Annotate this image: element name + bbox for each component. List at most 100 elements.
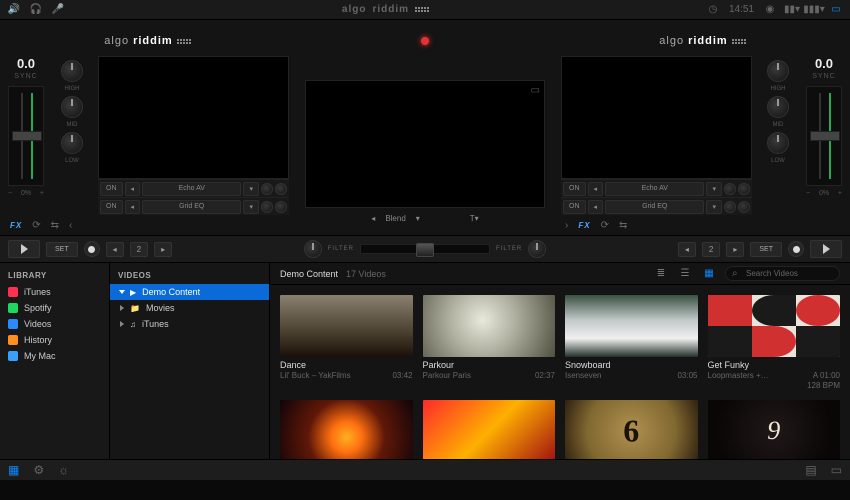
- library-item-videos[interactable]: Videos: [0, 316, 109, 332]
- mic-icon[interactable]: 🎤: [52, 4, 64, 16]
- fx-on-a2[interactable]: ON: [100, 200, 123, 214]
- cue-next-a[interactable]: ▸: [154, 242, 172, 257]
- library-item-history[interactable]: History: [0, 332, 109, 348]
- chevron-left-icon[interactable]: ‹: [69, 220, 72, 231]
- tv-icon[interactable]: ▭: [531, 85, 540, 96]
- video-tile[interactable]: CountdownVJ Loops00:11: [565, 400, 698, 459]
- tempo-fader-a[interactable]: [8, 86, 44, 186]
- view-list-icon[interactable]: ☰: [677, 267, 693, 281]
- eq-mid-knob-b[interactable]: [767, 96, 789, 118]
- fx-next-b1[interactable]: ▾: [706, 182, 722, 196]
- fx-knob-a1b[interactable]: [275, 183, 287, 195]
- eq-high-knob-b[interactable]: [767, 60, 789, 82]
- view-compact-icon[interactable]: ≣: [653, 267, 669, 281]
- source-item-demo-content[interactable]: ▶Demo Content: [110, 284, 269, 300]
- master-preview[interactable]: ▭: [305, 80, 545, 208]
- transition-icon[interactable]: T▾: [470, 214, 479, 223]
- bpm-value-b[interactable]: 0.0: [815, 56, 833, 71]
- library-item-spotify[interactable]: Spotify: [0, 300, 109, 316]
- fx-label-b[interactable]: FX: [578, 221, 590, 230]
- eq-low-knob-b[interactable]: [767, 132, 789, 154]
- cue-dot-b[interactable]: [788, 241, 804, 257]
- blend-label[interactable]: Blend: [385, 214, 405, 223]
- video-tile[interactable]: Crazy MontageFar East Movement00:10: [708, 400, 841, 459]
- library-item-itunes[interactable]: iTunes: [0, 284, 109, 300]
- fx-knob-b1b[interactable]: [738, 183, 750, 195]
- video-tile[interactable]: ParkourParkour Paris02:37: [423, 295, 556, 390]
- sync-button-a[interactable]: SYNC: [14, 73, 37, 80]
- cue-num-a[interactable]: 2: [130, 242, 148, 257]
- eq-mid-knob-a[interactable]: [61, 96, 83, 118]
- footer-automix-icon[interactable]: ▭: [831, 463, 842, 477]
- fx-next-a2[interactable]: ▾: [243, 200, 259, 214]
- display-icon[interactable]: ▭: [830, 4, 842, 16]
- search-input[interactable]: Search Videos: [725, 266, 840, 281]
- fx-prev-a1[interactable]: ◂: [125, 182, 141, 196]
- fx-knob-a2b[interactable]: [275, 201, 287, 213]
- play-button-a[interactable]: [8, 240, 40, 258]
- fx-knob-a2a[interactable]: [261, 201, 273, 213]
- loop-icon[interactable]: ⟳: [32, 220, 40, 231]
- fx-next-b2[interactable]: ▾: [706, 200, 722, 214]
- record-status-icon[interactable]: ◉: [764, 4, 776, 16]
- pause-icon[interactable]: ▮▮▾: [786, 4, 798, 16]
- record-indicator-icon[interactable]: [421, 37, 429, 45]
- volume-icon[interactable]: 🔊: [8, 4, 20, 16]
- headphones-icon[interactable]: 🎧: [30, 4, 42, 16]
- source-item-itunes[interactable]: ♫iTunes: [110, 316, 269, 332]
- chevron-right-icon[interactable]: ›: [565, 220, 568, 231]
- bounce-icon[interactable]: ⇆: [51, 220, 59, 231]
- fx-name-a2[interactable]: Grid EQ: [142, 200, 241, 214]
- video-tile[interactable]: BoomboxFar East Movement00:11: [423, 400, 556, 459]
- video-tile[interactable]: SnowboardIsenseven03:05: [565, 295, 698, 390]
- fx-on-a1[interactable]: ON: [100, 182, 123, 196]
- fx-knob-b2a[interactable]: [724, 201, 736, 213]
- fx-name-a1[interactable]: Echo AV: [142, 182, 241, 196]
- fx-label-a[interactable]: FX: [10, 221, 22, 230]
- fx-prev-b2[interactable]: ◂: [588, 200, 604, 214]
- cue-next-b[interactable]: ▸: [726, 242, 744, 257]
- set-cue-a[interactable]: SET: [46, 242, 78, 257]
- blend-next[interactable]: ▾: [416, 214, 420, 223]
- cue-prev-b[interactable]: ◂: [678, 242, 696, 257]
- loop-icon[interactable]: ⟳: [601, 220, 609, 231]
- video-tile[interactable]: DanceLil' Buck – YakFilms03:42: [280, 295, 413, 390]
- fx-name-b1[interactable]: Echo AV: [605, 182, 704, 196]
- sync-button-b[interactable]: SYNC: [812, 73, 835, 80]
- source-item-movies[interactable]: 📁Movies: [110, 300, 269, 316]
- view-grid-icon[interactable]: ▦: [701, 267, 717, 281]
- crossfader[interactable]: [360, 244, 490, 254]
- fx-next-a1[interactable]: ▾: [243, 182, 259, 196]
- video-preview-b[interactable]: [561, 56, 752, 179]
- tempo-fader-b[interactable]: [806, 86, 842, 186]
- fx-prev-b1[interactable]: ◂: [588, 182, 604, 196]
- fx-prev-a2[interactable]: ◂: [125, 200, 141, 214]
- filter-knob-b[interactable]: [528, 240, 546, 258]
- fx-knob-b1a[interactable]: [724, 183, 736, 195]
- eq-high-knob-a[interactable]: [61, 60, 83, 82]
- fx-on-b1[interactable]: ON: [563, 182, 586, 196]
- footer-library-icon[interactable]: ▦: [8, 463, 19, 477]
- video-tile[interactable]: Beyond The NightLoopmasters – V102:33: [280, 400, 413, 459]
- video-preview-a[interactable]: [98, 56, 289, 179]
- footer-queue-icon[interactable]: ▤: [805, 463, 816, 477]
- footer-light-icon[interactable]: ☼: [58, 463, 69, 477]
- cue-prev-a[interactable]: ◂: [106, 242, 124, 257]
- fx-on-b2[interactable]: ON: [563, 200, 586, 214]
- fx-knob-b2b[interactable]: [738, 201, 750, 213]
- fx-knob-a1a[interactable]: [261, 183, 273, 195]
- video-tile[interactable]: Get FunkyLoopmasters +…A 01:00128 BPM: [708, 295, 841, 390]
- cue-dot-a[interactable]: [84, 241, 100, 257]
- filter-knob-a[interactable]: [304, 240, 322, 258]
- bounce-icon[interactable]: ⇆: [619, 220, 627, 231]
- cue-num-b[interactable]: 2: [702, 242, 720, 257]
- bpm-value-a[interactable]: 0.0: [17, 56, 35, 71]
- footer-mixer-icon[interactable]: ⚙: [33, 463, 44, 477]
- library-item-my-mac[interactable]: My Mac: [0, 348, 109, 364]
- eq-low-knob-a[interactable]: [61, 132, 83, 154]
- set-cue-b[interactable]: SET: [750, 242, 782, 257]
- fx-name-b2[interactable]: Grid EQ: [605, 200, 704, 214]
- bars-icon[interactable]: ▮▮▮▾: [808, 4, 820, 16]
- play-button-b[interactable]: [810, 240, 842, 258]
- blend-prev[interactable]: ◂: [371, 214, 375, 223]
